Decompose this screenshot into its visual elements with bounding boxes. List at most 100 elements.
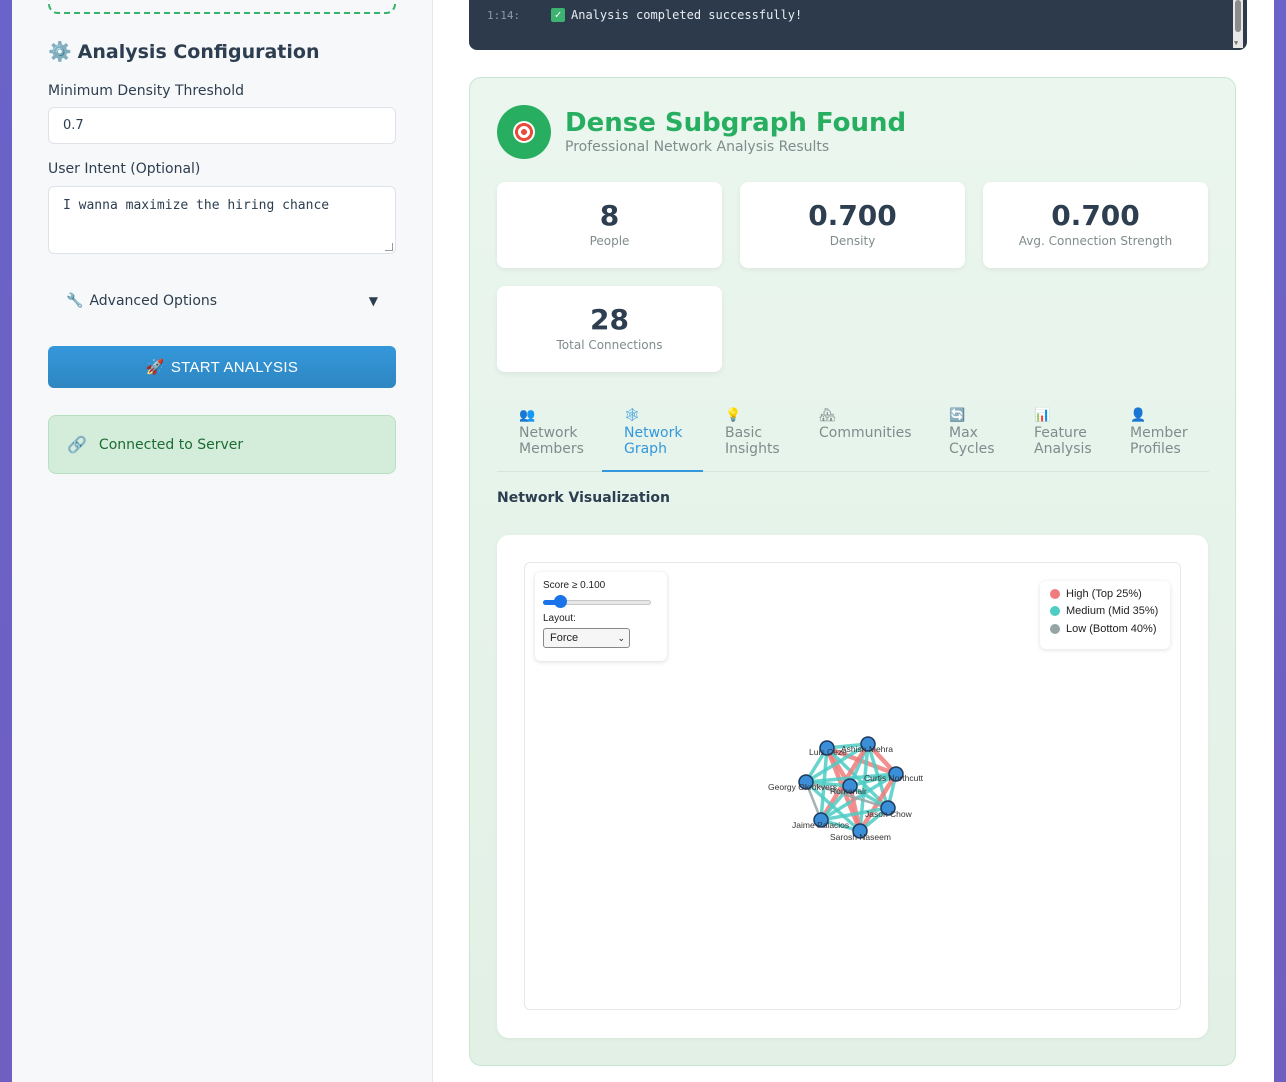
- tab-member-profiles[interactable]: 👤 Member Profiles: [1130, 408, 1188, 472]
- stat-card-density: 0.700 Density: [740, 182, 965, 268]
- graph-edge: [826, 742, 869, 750]
- graph-edge: [866, 742, 898, 776]
- tab-communities[interactable]: 🏘 Communities: [819, 408, 912, 472]
- legend-dot: [1050, 623, 1060, 634]
- graph-edge: [825, 746, 852, 788]
- tab-max-cycles[interactable]: 🔄 Max Cycles: [949, 408, 995, 472]
- web-icon: 🕸: [624, 408, 641, 423]
- bar-chart-icon: 📊: [1034, 408, 1051, 423]
- advanced-options-toggle[interactable]: 🔧 Advanced Options ▼: [48, 284, 396, 318]
- graph-edge: [858, 772, 898, 833]
- graph-node[interactable]: [842, 778, 858, 794]
- chevron-down-icon: ▼: [368, 294, 378, 308]
- tab-basic-insights[interactable]: 💡 Basic Insights: [725, 408, 780, 472]
- graph-edge: [805, 780, 851, 788]
- section-title-text: Analysis Configuration: [77, 40, 320, 63]
- results-panel: Dense Subgraph Found Professional Networ…: [469, 77, 1236, 1066]
- tab-label: Basic: [725, 425, 763, 441]
- tab-label: Network: [519, 425, 578, 441]
- tab-label: Member: [1130, 425, 1188, 441]
- graph-edge: [886, 773, 898, 809]
- graph-node[interactable]: [860, 736, 876, 752]
- tab-label: Feature: [1034, 425, 1087, 441]
- stat-card-people: 8 People: [497, 182, 722, 268]
- tab-label: Profiles: [1130, 441, 1181, 457]
- graph-edge: [804, 747, 829, 783]
- graph-edge: [804, 781, 823, 821]
- people-icon: 👥: [519, 408, 536, 423]
- graph-edge: [819, 747, 829, 821]
- log-message: Analysis completed successfully!: [571, 8, 803, 22]
- chevron-down-icon: ⌄: [617, 632, 625, 643]
- tab-feature-analysis[interactable]: 📊 Feature Analysis: [1034, 408, 1092, 472]
- stat-label: Avg. Connection Strength: [1018, 234, 1173, 248]
- legend-label: Low (Bottom 40%): [1066, 622, 1157, 635]
- app-window: ⚙️ Analysis Configuration Minimum Densit…: [12, 0, 1274, 1082]
- graph-node[interactable]: [852, 823, 868, 839]
- density-label: Minimum Density Threshold: [48, 83, 244, 99]
- graph-edge: [819, 784, 852, 822]
- density-input[interactable]: 0.7: [48, 107, 396, 144]
- graph-edge: [820, 806, 889, 822]
- graph-node-label: Curtis Northcutt: [864, 773, 924, 783]
- gear-icon: ⚙️: [48, 41, 72, 63]
- graph-node[interactable]: [813, 812, 829, 828]
- upload-dropzone[interactable]: [48, 0, 396, 14]
- score-slider[interactable]: [543, 595, 651, 609]
- slider-knob[interactable]: [553, 595, 567, 608]
- graph-edge: [866, 743, 890, 809]
- layout-select-value: Force: [550, 632, 579, 644]
- advanced-options-label: Advanced Options: [89, 293, 218, 309]
- graph-edge: [805, 772, 897, 784]
- target-icon: [497, 105, 551, 159]
- layout-select[interactable]: Force ⌄: [543, 628, 630, 648]
- tab-label: Cycles: [949, 441, 995, 457]
- stat-label: Density: [829, 234, 876, 248]
- section-title: ⚙️ Analysis Configuration: [48, 40, 320, 64]
- density-input-value: 0.7: [63, 118, 84, 133]
- graph-controls: Score ≥ 0.100 Layout: Force ⌄: [535, 572, 667, 661]
- graph-edge: [849, 784, 889, 810]
- sidebar: ⚙️ Analysis Configuration Minimum Densit…: [12, 0, 433, 1082]
- legend-item: Medium (Mid 35%): [1050, 603, 1160, 621]
- scroll-down-icon[interactable]: ▼: [1234, 39, 1238, 47]
- stat-card-connections: 28 Total Connections: [497, 286, 722, 372]
- tab-network-members[interactable]: 👥 Network Members: [519, 408, 584, 472]
- legend-item: Low (Bottom 40%): [1050, 620, 1160, 638]
- tab-network-graph[interactable]: 🕸 Network Graph: [602, 408, 703, 472]
- graph-canvas[interactable]: Score ≥ 0.100 Layout: Force ⌄ High (Top …: [524, 562, 1181, 1010]
- legend-dot: [1050, 588, 1060, 599]
- log-console: 1:14: ✓ Analysis completed successfully!…: [469, 0, 1247, 50]
- tab-label: Communities: [819, 425, 912, 441]
- stat-value: 28: [590, 303, 629, 336]
- connection-status-text: Connected to Server: [98, 436, 244, 453]
- graph-node-label: Jason Chow: [865, 809, 913, 819]
- legend-dot: [1050, 606, 1060, 617]
- graph-edge: [820, 772, 897, 822]
- tab-label: Insights: [725, 441, 780, 457]
- graph-node[interactable]: [888, 766, 904, 782]
- results-subtitle: Professional Network Analysis Results: [565, 139, 830, 155]
- stat-label: Total Connections: [556, 338, 663, 352]
- tab-label: Graph: [624, 441, 667, 457]
- start-analysis-button[interactable]: 🚀 START ANALYSIS: [48, 346, 396, 388]
- start-analysis-label: START ANALYSIS: [170, 358, 299, 376]
- tab-label: Max: [949, 425, 978, 441]
- log-timestamp: 1:14:: [487, 9, 521, 22]
- stat-label: People: [589, 234, 630, 248]
- tab-label: Analysis: [1034, 441, 1092, 457]
- graph-node[interactable]: [880, 800, 896, 816]
- resize-grip[interactable]: [385, 243, 393, 251]
- graph-node[interactable]: [798, 774, 814, 790]
- scrollbar-thumb[interactable]: [1235, 0, 1241, 32]
- graph-node-label: Romenair: [830, 786, 867, 796]
- connection-status: 🔗 Connected to Server: [48, 415, 396, 474]
- graph-edge: [858, 743, 870, 832]
- graph-node[interactable]: [819, 740, 835, 756]
- lightbulb-icon: 💡: [725, 408, 742, 423]
- stat-value: 0.700: [1051, 199, 1140, 232]
- intent-textarea[interactable]: I wanna maximize the hiring chance: [48, 186, 396, 254]
- graph-edge: [824, 747, 863, 832]
- console-scrollbar[interactable]: ▼: [1233, 0, 1243, 48]
- results-tabs: 👥 Network Members 🕸 Network Graph 💡 Basi…: [497, 408, 1209, 472]
